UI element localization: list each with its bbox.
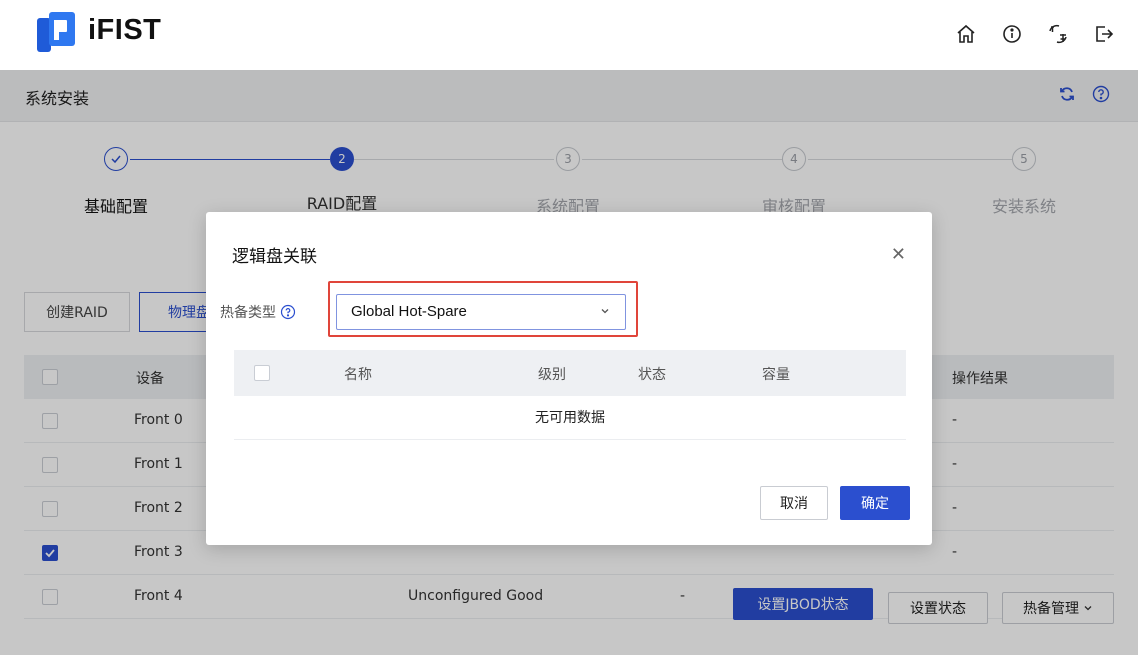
logout-icon[interactable] (1092, 22, 1116, 46)
ifist-logo (37, 12, 75, 52)
info-icon[interactable] (1000, 22, 1024, 46)
app-header: iFIST (0, 0, 1138, 70)
hotspare-type-label: 热备类型 (220, 305, 276, 321)
logical-disk-modal: 逻辑盘关联 ✕ 热备类型 Global Hot-Spare 名称 级别 状态 容… (206, 212, 932, 545)
chevron-down-icon (601, 309, 609, 314)
modal-table-header: 名称 级别 状态 容量 (234, 350, 906, 396)
home-icon[interactable] (954, 22, 978, 46)
help-icon[interactable] (280, 304, 296, 320)
hotspare-type-field: 热备类型 (220, 302, 296, 322)
col-status: 状态 (638, 367, 666, 383)
hotspare-type-select[interactable]: Global Hot-Spare (336, 294, 626, 330)
modal-select-all-checkbox[interactable] (254, 365, 270, 381)
language-switch-icon[interactable] (1046, 22, 1070, 46)
select-value: Global Hot-Spare (351, 303, 467, 320)
brand-name: iFIST (88, 14, 162, 46)
cancel-button[interactable]: 取消 (760, 486, 828, 520)
col-level: 级别 (538, 367, 566, 383)
modal-title: 逻辑盘关联 (232, 247, 317, 267)
confirm-button[interactable]: 确定 (840, 486, 910, 520)
col-capacity: 容量 (762, 367, 790, 383)
empty-state: 无可用数据 (234, 396, 906, 440)
close-icon[interactable]: ✕ (891, 244, 906, 265)
col-name: 名称 (344, 367, 372, 383)
